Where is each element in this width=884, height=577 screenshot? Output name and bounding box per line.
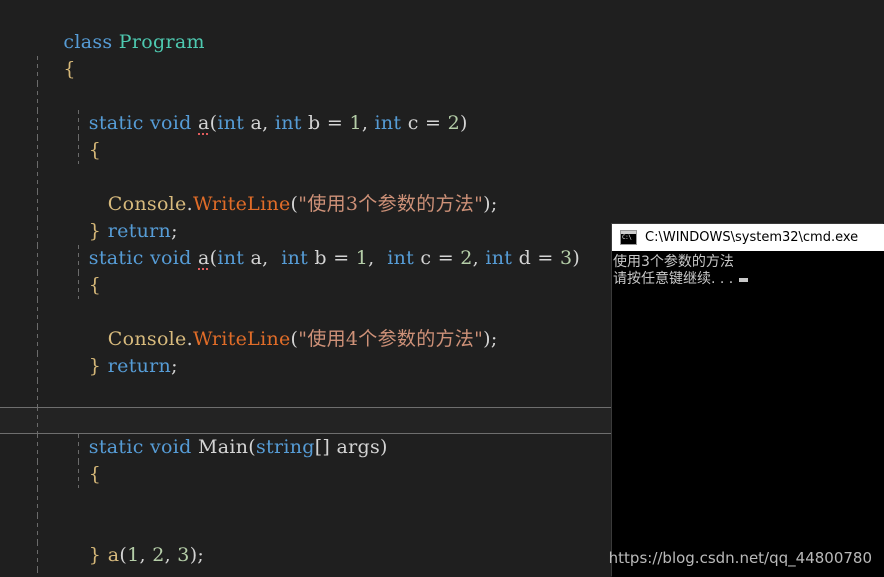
- indent-guide: [37, 488, 38, 515]
- indent-guide: [37, 137, 38, 164]
- code-line[interactable]: static void a(int a, int b = 1, int c = …: [0, 56, 884, 136]
- indent-guide: [37, 353, 38, 380]
- cmd-output-line-prompt: 请按任意键继续. . .: [612, 271, 884, 288]
- cmd-window[interactable]: C:\WINDOWS\system32\cmd.exe 使用3个参数的方法 请按…: [612, 224, 884, 577]
- indent-guide: [37, 542, 38, 569]
- code-line[interactable]: {: [0, 83, 884, 161]
- indent-guide: [37, 380, 38, 407]
- code-line[interactable]: return;: [0, 137, 884, 242]
- cmd-titlebar[interactable]: C:\WINDOWS\system32\cmd.exe: [612, 224, 884, 251]
- cmd-output-line: 使用3个参数的方法: [613, 254, 734, 270]
- indent-guide: [37, 245, 38, 272]
- cmd-console-output[interactable]: 使用3个参数的方法 请按任意键继续. . .: [612, 251, 884, 577]
- indent-guide: [37, 218, 38, 245]
- indent-guide: [37, 461, 38, 488]
- string-literal-4params: 使用4个参数的方法: [307, 328, 475, 350]
- indent-guide: [37, 569, 38, 577]
- cmd-window-title: C:\WINDOWS\system32\cmd.exe: [645, 230, 859, 245]
- watermark-url: https://blog.csdn.net/qq_44800780: [608, 549, 872, 567]
- string-literal-3params: 使用3个参数的方法: [307, 193, 475, 215]
- cmd-cursor: [739, 278, 749, 282]
- code-line[interactable]: }: [0, 164, 884, 242]
- indent-guide: [37, 164, 38, 191]
- indent-guide: [37, 272, 38, 299]
- indent-guide: [37, 110, 38, 137]
- indent-guide: [37, 407, 38, 434]
- indent-guide: [37, 83, 38, 110]
- code-line[interactable]: class Program: [0, 2, 884, 53]
- indent-guide: [37, 191, 38, 218]
- indent-guide: [37, 434, 38, 461]
- indent-guide: [37, 326, 38, 353]
- indent-guide: [37, 515, 38, 542]
- console-icon: [620, 230, 637, 245]
- screenshot-root: class Program { static void a(int a, int…: [0, 0, 884, 577]
- indent-guide: [37, 299, 38, 326]
- indent-guide: [37, 56, 38, 83]
- cmd-output-line-text: 请按任意键继续. . .: [613, 271, 734, 287]
